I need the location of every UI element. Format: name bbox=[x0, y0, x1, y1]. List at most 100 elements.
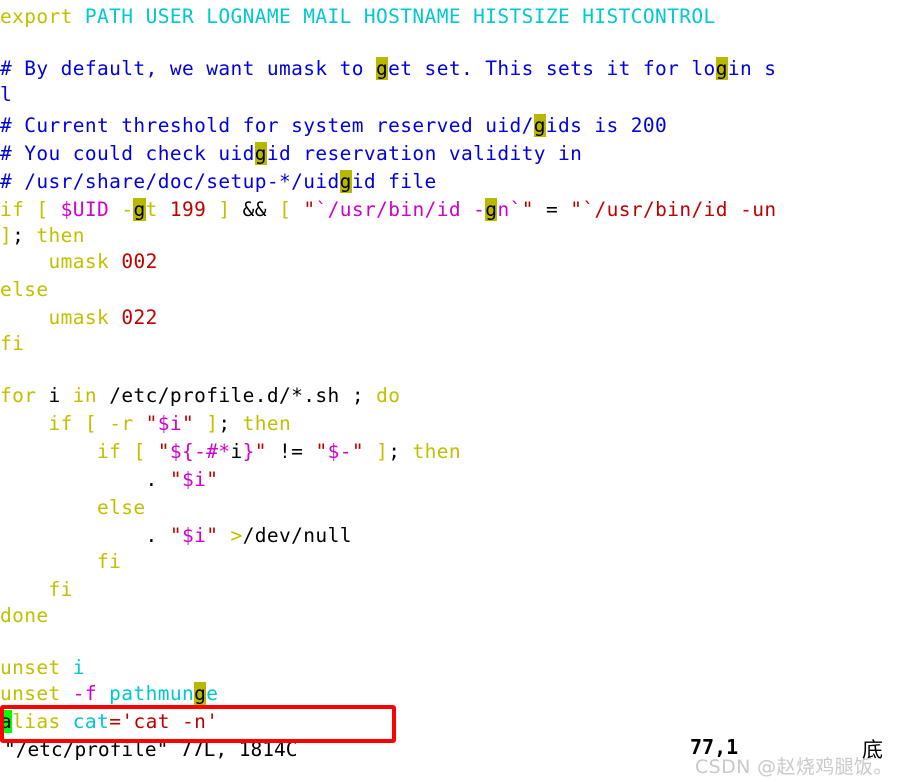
code-token: fi bbox=[0, 578, 73, 601]
code-token: export bbox=[0, 5, 85, 28]
search-match-highlight: g bbox=[485, 198, 498, 221]
code-token: unset bbox=[0, 656, 73, 679]
code-token: done bbox=[0, 604, 49, 627]
code-token: ; bbox=[351, 384, 377, 407]
line-else-1[interactable]: else bbox=[0, 277, 49, 303]
code-token: 'cat -n' bbox=[121, 710, 219, 733]
code-token: $i bbox=[157, 412, 182, 435]
code-token: `/usr/bin/id - bbox=[315, 198, 486, 221]
line-fi-3[interactable]: fi bbox=[0, 577, 73, 603]
line-comment-umask-wrap[interactable]: l bbox=[0, 82, 12, 108]
code-token: - bbox=[109, 198, 134, 221]
search-match-highlight: g bbox=[254, 142, 267, 165]
code-token: fi bbox=[0, 550, 122, 573]
search-match-highlight: g bbox=[339, 170, 352, 193]
search-match-highlight: g bbox=[715, 57, 728, 80]
code-token: [ bbox=[133, 440, 158, 463]
code-token: . bbox=[0, 468, 170, 491]
code-token: " bbox=[169, 524, 182, 547]
line-for[interactable]: for i in /etc/profile.d/*.sh ; do bbox=[0, 383, 400, 409]
code-token: n` bbox=[497, 198, 522, 221]
code-token: for bbox=[0, 384, 49, 407]
line-if-uid[interactable]: if [ $UID -gt 199 ] && [ "`/usr/bin/id -… bbox=[0, 197, 776, 223]
code-token: umask bbox=[0, 306, 122, 329]
code-token: } bbox=[242, 440, 255, 463]
code-token: [ bbox=[84, 412, 110, 435]
code-token: if bbox=[0, 440, 134, 463]
code-token: unset bbox=[0, 682, 73, 705]
line-else-2[interactable]: else bbox=[0, 495, 146, 521]
code-token: do bbox=[376, 384, 401, 407]
line-source-2[interactable]: . "$i" >/dev/null bbox=[0, 523, 352, 549]
code-token: in s bbox=[727, 57, 777, 80]
code-token: i bbox=[72, 656, 85, 679]
code-token: if bbox=[0, 412, 85, 435]
code-token: # By default, we want umask to bbox=[0, 57, 377, 80]
code-token: ] bbox=[218, 198, 231, 221]
line-unset-i[interactable]: unset i bbox=[0, 655, 85, 681]
code-token: 022 bbox=[121, 306, 158, 329]
code-token: i bbox=[230, 440, 243, 463]
line-fi-2[interactable]: fi bbox=[0, 549, 121, 575]
code-token: [ bbox=[36, 198, 61, 221]
code-token: l bbox=[0, 83, 13, 106]
code-token: ] bbox=[376, 440, 389, 463]
code-token: ; bbox=[12, 224, 37, 247]
code-token: -r bbox=[109, 412, 146, 435]
code-token: 002 bbox=[121, 250, 158, 273]
line-fi-1[interactable]: fi bbox=[0, 331, 24, 357]
code-token: cat bbox=[72, 710, 110, 733]
code-token: id reservation validity in bbox=[266, 142, 583, 165]
code-token: /etc/profile.d/*.sh bbox=[109, 384, 352, 407]
line-umask-002[interactable]: umask 002 bbox=[0, 249, 158, 275]
code-token: " bbox=[351, 440, 364, 463]
code-token: > bbox=[230, 524, 243, 547]
code-token: then bbox=[242, 412, 292, 435]
line-comment-doc[interactable]: # /usr/share/doc/setup-*/uidgid file bbox=[0, 169, 437, 195]
line-umask-022[interactable]: umask 022 bbox=[0, 305, 158, 331]
line-if-dash[interactable]: if [ "${-#*i}" != "$-" ]; then bbox=[0, 439, 461, 465]
line-export[interactable]: export PATH USER LOGNAME MAIL HOSTNAME H… bbox=[0, 4, 716, 30]
line-unset-pathmunge[interactable]: unset -f pathmunge bbox=[0, 681, 218, 707]
code-token: $i bbox=[181, 468, 207, 491]
line-alias-cat[interactable]: alias cat='cat -n' bbox=[0, 709, 218, 735]
code-token: id file bbox=[351, 170, 437, 193]
vim-terminal-window[interactable]: export PATH USER LOGNAME MAIL HOSTNAME H… bbox=[0, 0, 897, 782]
code-token: " bbox=[254, 440, 267, 463]
code-token: pathmun bbox=[97, 682, 195, 705]
search-match-highlight: g bbox=[194, 682, 207, 705]
line-comment-threshold[interactable]: # Current threshold for system reserved … bbox=[0, 113, 667, 139]
line-source-1[interactable]: . "$i" bbox=[0, 467, 218, 493]
code-token: " bbox=[157, 440, 170, 463]
code-token: then bbox=[36, 224, 85, 247]
code-token: -f bbox=[72, 682, 98, 705]
line-comment-umask[interactable]: # By default, we want umask to get set. … bbox=[0, 56, 776, 82]
line-comment-check[interactable]: # You could check uidgid reservation val… bbox=[0, 141, 582, 167]
code-token: ${-#* bbox=[169, 440, 231, 463]
search-match-highlight: g bbox=[376, 57, 389, 80]
code-token: [ bbox=[279, 198, 304, 221]
code-token: lias bbox=[12, 710, 73, 733]
code-token: $i bbox=[181, 524, 207, 547]
code-token: ; bbox=[218, 412, 243, 435]
code-token: et set. This sets it for lo bbox=[388, 57, 716, 80]
csdn-watermark: CSDN @赵烧鸡腿饭。 bbox=[695, 756, 893, 778]
search-match-highlight: g bbox=[133, 198, 146, 221]
line-if-r[interactable]: if [ -r "$i" ]; then bbox=[0, 411, 291, 437]
code-token: . bbox=[0, 524, 170, 547]
code-token: # You could check uid bbox=[0, 142, 255, 165]
code-token: " bbox=[303, 198, 316, 221]
code-token: " bbox=[570, 198, 583, 221]
code-token: # /usr/share/doc/setup-*/uid bbox=[0, 170, 340, 193]
code-token: 199 bbox=[169, 198, 207, 221]
code-token: " bbox=[521, 198, 534, 221]
code-token: " bbox=[315, 440, 328, 463]
line-done[interactable]: done bbox=[0, 603, 49, 629]
code-token: $UID bbox=[60, 198, 110, 221]
code-token: t bbox=[145, 198, 170, 221]
code-token: else bbox=[0, 496, 146, 519]
line-then-1[interactable]: ]; then bbox=[0, 223, 85, 249]
